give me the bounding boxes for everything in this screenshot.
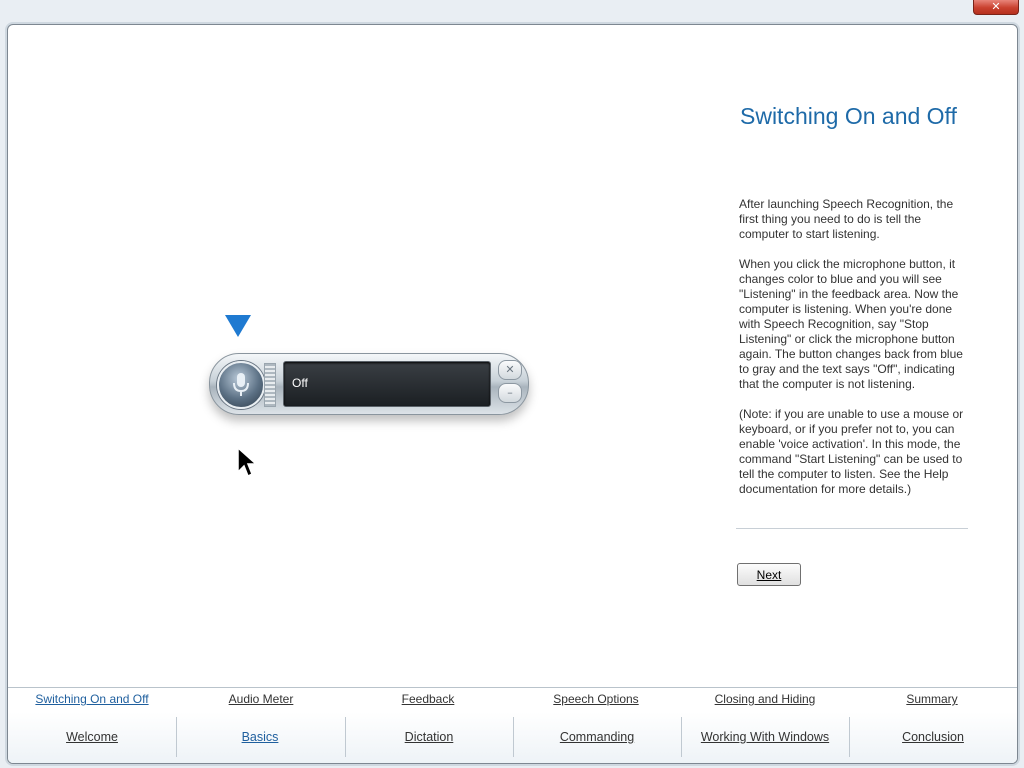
subnav-summary[interactable]: Summary [848, 692, 1016, 706]
window-close-button[interactable]: ✕ [973, 0, 1019, 15]
note-paragraph: (Note: if you are unable to use a mouse … [739, 407, 964, 496]
chapter-nav: Welcome Basics Dictation Commanding Work… [8, 712, 1017, 763]
mouse-cursor-icon [237, 446, 258, 478]
nav-welcome[interactable]: Welcome [8, 717, 176, 759]
bar-minimize-button[interactable]: – [498, 383, 522, 403]
section-subnav: Switching On and Off Audio Meter Feedbac… [8, 687, 1017, 713]
intro-paragraph: After launching Speech Recognition, the … [739, 197, 954, 241]
panel-divider [736, 528, 968, 529]
feedback-display: Off [283, 361, 491, 407]
subnav-closing-hiding[interactable]: Closing and Hiding [681, 692, 849, 706]
subnav-switching-on-off[interactable]: Switching On and Off [8, 692, 176, 706]
page-title: Switching On and Off [740, 103, 957, 129]
nav-conclusion[interactable]: Conclusion [849, 717, 1017, 759]
subnav-audio-meter[interactable]: Audio Meter [177, 692, 345, 706]
nav-dictation[interactable]: Dictation [345, 717, 513, 759]
speech-recognition-bar: Off ✕ – [209, 353, 529, 415]
microphone-icon [233, 373, 249, 396]
microphone-paragraph: When you click the microphone button, it… [739, 257, 963, 391]
nav-working-with-windows[interactable]: Working With Windows [681, 717, 849, 759]
nav-basics[interactable]: Basics [176, 717, 344, 759]
microphone-button[interactable] [217, 361, 265, 409]
feedback-text: Off [292, 376, 308, 390]
next-button[interactable]: Next [737, 563, 801, 586]
tutorial-window: Off ✕ – Switching On and Off After launc… [7, 24, 1018, 764]
bar-close-button[interactable]: ✕ [498, 360, 522, 380]
triangle-down-icon [225, 315, 251, 337]
drag-handle[interactable] [264, 363, 276, 407]
subnav-feedback[interactable]: Feedback [344, 692, 512, 706]
nav-commanding[interactable]: Commanding [513, 717, 681, 759]
subnav-speech-options[interactable]: Speech Options [512, 692, 680, 706]
